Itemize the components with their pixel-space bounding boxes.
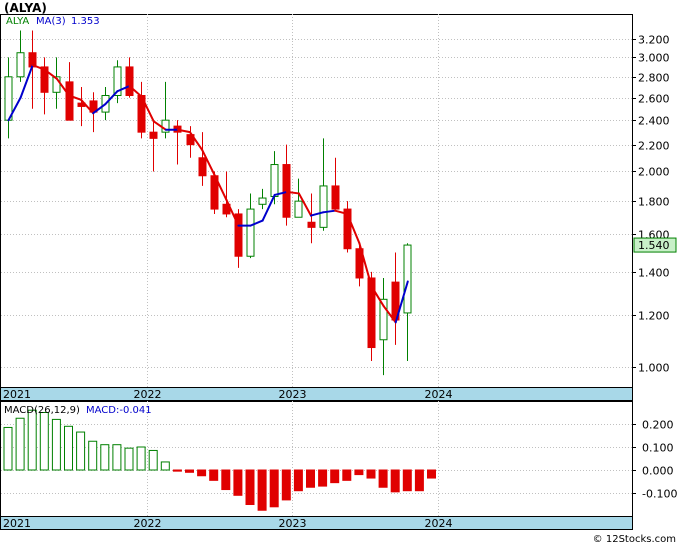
price-y-tick-label: 2.600	[638, 93, 670, 106]
price-y-tick-label: 1.000	[638, 362, 670, 375]
price-y-tick-label: 1.400	[638, 267, 670, 280]
macd-bar-positive	[15, 417, 25, 471]
macd-bar-negative	[414, 469, 424, 492]
macd-bar-positive	[88, 440, 98, 471]
candle-up	[319, 185, 328, 228]
macd-y-tick-label: 0.000	[642, 465, 674, 478]
price-time-axis-band	[0, 387, 633, 401]
candle-down	[125, 66, 134, 97]
candle-up	[294, 200, 303, 218]
candle-down	[331, 185, 340, 210]
macd-bar-negative	[342, 469, 352, 481]
price-y-tick-label: 2.400	[638, 115, 670, 128]
macd-bar-negative	[427, 469, 436, 479]
price-x-label: 2024	[425, 388, 453, 401]
macd-x-label: 2022	[134, 517, 162, 530]
macd-legend-label: MACD(26,12,9)	[4, 405, 80, 416]
macd-bar-positive	[136, 446, 146, 471]
macd-bar-negative	[172, 469, 182, 472]
macd-bar-positive	[27, 409, 37, 471]
macd-legend-value: MACD:-0.041	[86, 405, 152, 416]
candle-down	[198, 157, 207, 177]
macd-bar-negative	[318, 469, 328, 487]
price-y-tick-label: 2.000	[638, 166, 670, 179]
price-y-tick-label: 3.200	[638, 34, 670, 47]
macd-bar-positive	[160, 461, 170, 471]
price-x-label: 2023	[279, 388, 307, 401]
candle-down	[307, 221, 316, 228]
macd-bar-negative	[378, 469, 388, 488]
macd-bar-negative	[281, 469, 291, 501]
macd-bar-negative	[330, 469, 340, 484]
candle-up	[258, 197, 267, 205]
candle-down	[65, 81, 74, 121]
macd-bar-negative	[354, 469, 364, 476]
price-legend-ticker: ALYA	[6, 16, 29, 27]
macd-bar-positive	[51, 418, 61, 471]
macd-bar-positive	[3, 426, 13, 471]
macd-bar-negative	[209, 469, 219, 481]
macd-bar-positive	[124, 447, 134, 471]
ma-legend-value: 1.353	[71, 16, 100, 27]
macd-x-label: 2021	[3, 517, 31, 530]
macd-bar-negative	[197, 469, 207, 477]
candle-down	[149, 131, 158, 139]
watermark: © 12Stocks.com	[593, 534, 676, 545]
price-y-tick-label: 3.000	[638, 52, 670, 65]
macd-bar-positive	[112, 444, 122, 471]
macd-bar-positive	[148, 449, 158, 471]
macd-bar-negative	[269, 469, 279, 508]
ma-legend-label: MA(3)	[36, 16, 66, 27]
chart-stage: 3.200 3.000 2.800 2.600 2.400 2.200 2.000 1.800…	[0, 0, 680, 546]
price-y-tick-label: 2.200	[638, 140, 670, 153]
price-y-tick-label: 1.200	[638, 310, 670, 323]
macd-bar-negative	[390, 469, 400, 493]
macd-bar-negative	[293, 469, 303, 492]
macd-y-tick-label: 0.200	[642, 419, 674, 432]
macd-bar-negative	[245, 469, 255, 505]
macd-bar-negative	[221, 469, 231, 491]
macd-x-label: 2023	[279, 517, 307, 530]
macd-bar-negative	[185, 469, 194, 473]
candle-up	[270, 164, 279, 197]
macd-bar-positive	[76, 431, 86, 471]
price-y-tick-label: 1.800	[638, 196, 670, 209]
macd-bar-positive	[39, 412, 49, 471]
last-price-label: 1.540	[638, 239, 670, 252]
price-x-label: 2021	[3, 388, 31, 401]
macd-bar-negative	[233, 469, 243, 496]
price-y-tick-label: 2.800	[638, 72, 670, 85]
price-x-label: 2022	[134, 388, 162, 401]
macd-y-tick-label: -0.100	[642, 488, 677, 501]
chart-title: (ALYA)	[4, 1, 47, 15]
macd-bar-positive	[64, 425, 73, 471]
candle-up	[403, 244, 412, 314]
macd-y-tick-label: 0.100	[642, 442, 674, 455]
candle-down	[282, 164, 291, 218]
macd-bar-negative	[366, 469, 376, 479]
candle-up	[246, 208, 255, 257]
macd-bar-negative	[257, 469, 267, 511]
macd-bar-positive	[100, 444, 110, 471]
macd-bar-negative	[402, 469, 412, 492]
macd-x-label: 2024	[425, 517, 453, 530]
stock-chart: 3.200 3.000 2.800 2.600 2.400 2.200 2.000 1.800…	[0, 1, 677, 545]
candle-up	[16, 52, 25, 78]
macd-time-axis-band	[0, 516, 633, 530]
macd-bar-negative	[306, 469, 315, 488]
